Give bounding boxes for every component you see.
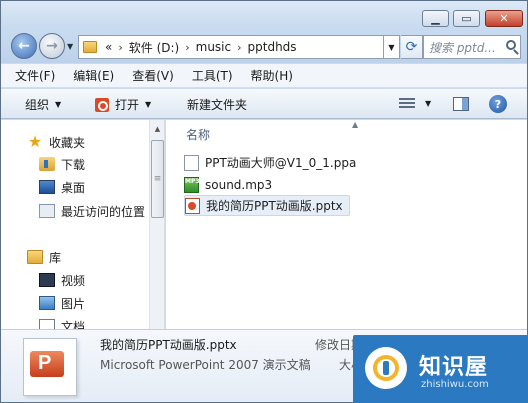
menu-bar: 文件(F) 编辑(E) 查看(V) 工具(T) 帮助(H) bbox=[1, 64, 527, 88]
scroll-up-arrow-icon[interactable]: ▲ bbox=[150, 120, 164, 137]
refresh-button[interactable]: ⟳ bbox=[401, 35, 423, 59]
menu-edit[interactable]: 编辑(E) bbox=[73, 67, 114, 84]
logo-text-en: zhishiwu.com bbox=[421, 379, 489, 390]
title-bar: ▁ ▭ ✕ bbox=[1, 1, 527, 31]
file-row[interactable]: PPT动画大师@V1_0_1.ppa bbox=[184, 152, 362, 173]
file-name: sound.mp3 bbox=[205, 177, 273, 192]
menu-help[interactable]: 帮助(H) bbox=[251, 67, 293, 84]
help-icon[interactable]: ? bbox=[489, 95, 507, 113]
maximize-button[interactable]: ▭ bbox=[453, 10, 480, 27]
search-input[interactable]: 搜索 pptd... bbox=[423, 35, 521, 59]
back-button[interactable]: ← bbox=[11, 33, 37, 59]
recent-places-icon bbox=[39, 204, 55, 218]
menu-tools[interactable]: 工具(T) bbox=[192, 67, 233, 84]
chevron-down-icon: ▼ bbox=[145, 100, 152, 109]
search-icon[interactable] bbox=[506, 40, 516, 50]
nav-pictures-label: 图片 bbox=[61, 296, 86, 311]
minimize-button[interactable]: ▁ bbox=[422, 10, 449, 27]
nav-downloads-label: 下载 bbox=[61, 157, 86, 172]
search-placeholder: 搜索 pptd... bbox=[429, 40, 496, 55]
address-overflow-chevron[interactable]: « bbox=[105, 40, 112, 54]
nav-documents-label: 文档 bbox=[61, 319, 86, 330]
organize-label: 组织 bbox=[25, 98, 50, 112]
open-button[interactable]: 打开 ▼ bbox=[95, 96, 151, 113]
downloads-folder-icon bbox=[39, 157, 55, 171]
pictures-library-icon bbox=[39, 296, 55, 310]
sort-arrow-icon: ▲ bbox=[352, 120, 359, 129]
nav-favorites-label: 收藏夹 bbox=[49, 135, 86, 150]
details-file-name: 我的简历PPT动画版.pptx bbox=[100, 338, 237, 352]
desktop-icon bbox=[39, 180, 55, 194]
menu-view[interactable]: 查看(V) bbox=[132, 67, 174, 84]
recent-pages-dropdown[interactable]: ▼ bbox=[67, 42, 73, 51]
preview-pane-icon[interactable] bbox=[453, 97, 469, 111]
column-header-name[interactable]: 名称 bbox=[186, 126, 210, 143]
menu-file[interactable]: 文件(F) bbox=[15, 67, 55, 84]
address-bar[interactable]: « › 软件 (D:) › music › pptdhds bbox=[78, 35, 384, 59]
view-options-icon[interactable] bbox=[399, 98, 415, 110]
nav-downloads[interactable]: 下载 bbox=[39, 154, 85, 174]
breadcrumb-music[interactable]: music bbox=[196, 40, 231, 54]
breadcrumb-pptdhds[interactable]: pptdhds bbox=[248, 40, 297, 54]
details-file-type: Microsoft PowerPoint 2007 演示文稿 bbox=[100, 358, 311, 372]
breadcrumb-separator[interactable]: › bbox=[185, 41, 189, 54]
nav-videos[interactable]: 视频 bbox=[39, 270, 85, 290]
nav-desktop-label: 桌面 bbox=[61, 180, 86, 195]
close-button[interactable]: ✕ bbox=[485, 10, 523, 27]
new-folder-button[interactable]: 新建文件夹 bbox=[187, 96, 247, 113]
command-bar: 组织 ▼ 打开 ▼ 新建文件夹 ▼ ? bbox=[1, 89, 527, 119]
folder-icon bbox=[83, 41, 97, 53]
address-dropdown-button[interactable]: ▼ bbox=[384, 35, 400, 59]
breadcrumb-separator[interactable]: › bbox=[118, 41, 122, 54]
blank-file-icon bbox=[184, 154, 199, 171]
zhishiwu-watermark-logo: 知识屋 zhishiwu.com bbox=[353, 335, 528, 403]
navigation-pane: ★ 收藏夹 下载 桌面 最近访问的位置 库 视频 图片 文档 ▲ ≡ bbox=[1, 120, 165, 329]
nav-library-label: 库 bbox=[49, 250, 62, 265]
nav-libraries[interactable]: 库 bbox=[27, 247, 61, 267]
logo-text-cn: 知识屋 bbox=[419, 355, 489, 380]
powerpoint-file-large-icon bbox=[23, 338, 77, 396]
organize-button[interactable]: 组织 ▼ bbox=[25, 96, 61, 113]
nav-scrollbar[interactable]: ▲ ≡ bbox=[149, 120, 164, 329]
video-library-icon bbox=[39, 273, 55, 287]
file-row[interactable]: MP3 sound.mp3 bbox=[184, 174, 278, 195]
pptx-file-icon bbox=[185, 197, 200, 214]
nav-favorites[interactable]: ★ 收藏夹 bbox=[27, 132, 85, 152]
open-label: 打开 bbox=[115, 98, 140, 112]
star-icon: ★ bbox=[27, 132, 43, 151]
file-row-selected[interactable]: 我的简历PPT动画版.pptx bbox=[184, 195, 350, 216]
new-folder-label: 新建文件夹 bbox=[187, 98, 248, 112]
powerpoint-icon bbox=[95, 97, 109, 112]
documents-library-icon bbox=[39, 319, 55, 329]
nav-videos-label: 视频 bbox=[61, 273, 86, 288]
file-name: PPT动画大师@V1_0_1.ppa bbox=[205, 156, 357, 170]
chevron-down-icon: ▼ bbox=[55, 100, 62, 109]
explorer-window: ▁ ▭ ✕ ← → ▼ « › 软件 (D:) › music › pptdhd… bbox=[0, 0, 528, 403]
nav-recent-places[interactable]: 最近访问的位置 bbox=[39, 201, 145, 221]
breadcrumb-drive[interactable]: 软件 (D:) bbox=[129, 39, 179, 56]
nav-documents[interactable]: 文档 bbox=[39, 316, 85, 329]
nav-pictures[interactable]: 图片 bbox=[39, 293, 85, 313]
file-list-scroll-area bbox=[515, 120, 527, 329]
nav-desktop[interactable]: 桌面 bbox=[39, 177, 85, 197]
lightbulb-icon bbox=[365, 347, 407, 389]
file-name: 我的简历PPT动画版.pptx bbox=[206, 199, 343, 213]
nav-recent-label: 最近访问的位置 bbox=[61, 204, 146, 219]
file-list-pane: ▲ 名称 PPT动画大师@V1_0_1.ppa MP3 sound.mp3 我的… bbox=[166, 120, 527, 329]
scrollbar-thumb[interactable]: ≡ bbox=[151, 140, 164, 218]
mp3-file-icon: MP3 bbox=[184, 176, 200, 193]
breadcrumb-separator[interactable]: › bbox=[237, 41, 241, 54]
library-icon bbox=[27, 250, 43, 264]
view-dropdown-icon[interactable]: ▼ bbox=[425, 99, 431, 108]
navigation-row: ← → ▼ « › 软件 (D:) › music › pptdhds ▼ ⟳ … bbox=[1, 31, 527, 63]
forward-button[interactable]: → bbox=[39, 33, 65, 59]
